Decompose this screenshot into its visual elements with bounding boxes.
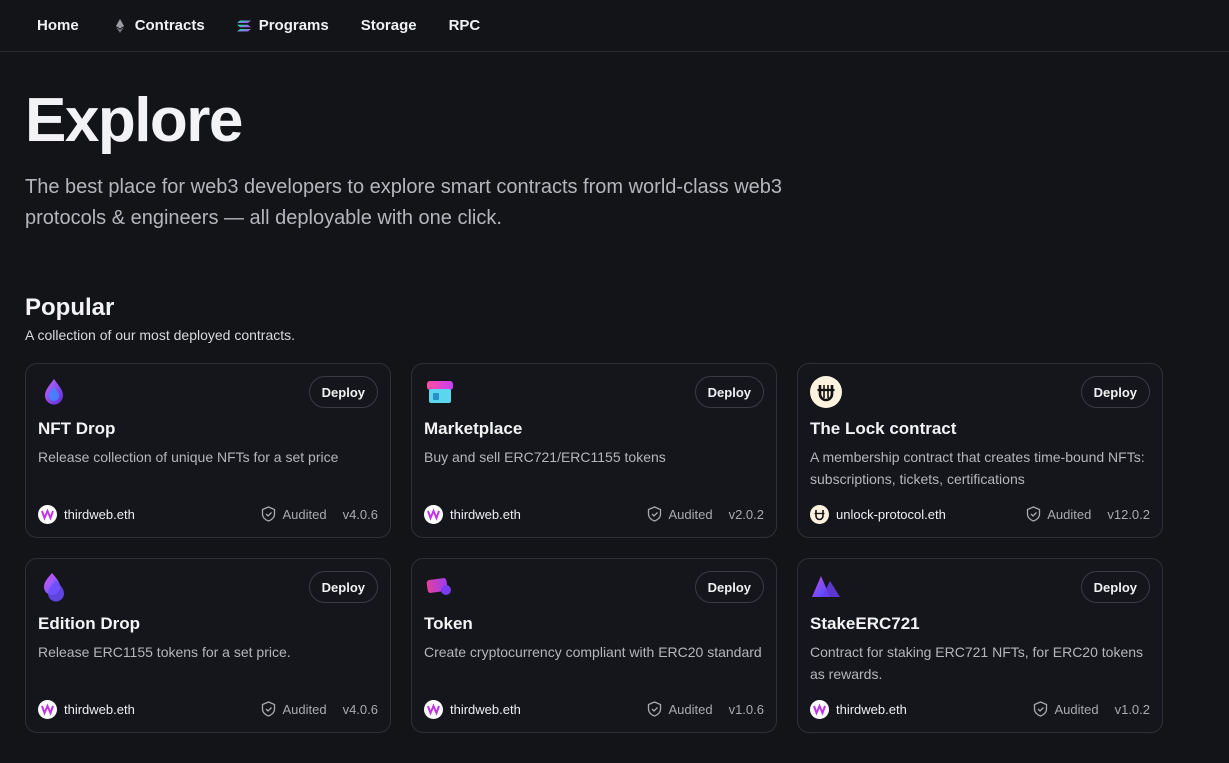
page-subtitle: The best place for web3 developers to ex… bbox=[25, 176, 783, 229]
thirdweb-avatar-icon bbox=[38, 699, 57, 719]
author-name: thirdweb.eth bbox=[836, 701, 907, 717]
unlock-avatar-icon bbox=[810, 504, 829, 524]
audited-label: Audited bbox=[1054, 701, 1099, 717]
audited-badge: Audited bbox=[647, 506, 713, 522]
stake-icon bbox=[812, 576, 840, 597]
contract-card-lock[interactable]: Deploy The Lock contract A membership co… bbox=[797, 363, 1163, 538]
card-footer: thirdweb.eth Audited v1.0.2 bbox=[810, 699, 1150, 719]
ethereum-icon bbox=[115, 18, 124, 33]
author-link[interactable]: thirdweb.eth bbox=[38, 504, 135, 524]
shield-check-icon bbox=[648, 701, 662, 717]
thirdweb-avatar-icon bbox=[424, 504, 443, 524]
audited-badge: Audited bbox=[261, 506, 327, 522]
deploy-button[interactable]: Deploy bbox=[308, 376, 378, 408]
card-title: Edition Drop bbox=[38, 614, 140, 633]
shield-check-icon bbox=[1027, 506, 1041, 522]
contract-card-marketplace[interactable]: Deploy Marketplace Buy and sell ERC721/E… bbox=[411, 363, 777, 538]
deploy-button[interactable]: Deploy bbox=[694, 376, 764, 408]
card-footer: thirdweb.eth Audited v1.0.6 bbox=[424, 699, 764, 719]
author-link[interactable]: unlock-protocol.eth bbox=[810, 504, 946, 524]
version-label: v4.0.6 bbox=[342, 701, 378, 717]
card-description: Contract for staking ERC721 NFTs, for ER… bbox=[810, 644, 1144, 682]
thirdweb-avatar-icon bbox=[424, 699, 443, 719]
author-link[interactable]: thirdweb.eth bbox=[38, 699, 135, 719]
card-description: Create cryptocurrency compliant with ERC… bbox=[424, 644, 762, 660]
solana-icon bbox=[236, 20, 251, 31]
version-label: v2.0.2 bbox=[728, 506, 764, 522]
version-label: v1.0.6 bbox=[728, 701, 764, 717]
nav-programs-label: Programs bbox=[258, 17, 329, 34]
contract-card-token[interactable]: Deploy Token Create cryptocurrency compl… bbox=[411, 558, 777, 733]
card-footer: thirdweb.eth Audited v4.0.6 bbox=[38, 504, 378, 524]
contract-card-nft-drop[interactable]: Deploy NFT Drop Release collection of un… bbox=[25, 363, 391, 538]
thirdweb-avatar-icon bbox=[810, 699, 829, 719]
card-footer: unlock-protocol.eth Audited v12.0.2 bbox=[810, 504, 1150, 524]
nav-contracts[interactable]: Contracts bbox=[113, 17, 205, 34]
version-label: v1.0.2 bbox=[1114, 701, 1150, 717]
author-link[interactable]: thirdweb.eth bbox=[424, 504, 521, 524]
author-name: thirdweb.eth bbox=[64, 701, 135, 717]
audited-badge: Audited bbox=[1033, 701, 1099, 717]
audited-badge: Audited bbox=[1026, 506, 1091, 522]
author-name: thirdweb.eth bbox=[450, 701, 521, 717]
card-description: Release collection of unique NFTs for a … bbox=[38, 449, 339, 465]
card-title: StakeERC721 bbox=[810, 614, 920, 633]
token-icon bbox=[426, 578, 451, 595]
page-title: Explore bbox=[25, 86, 243, 155]
nav-storage[interactable]: Storage bbox=[361, 17, 417, 34]
card-footer: thirdweb.eth Audited v2.0.2 bbox=[424, 504, 764, 524]
deploy-button[interactable]: Deploy bbox=[1080, 376, 1150, 408]
card-title: Token bbox=[424, 614, 473, 633]
contract-card-stake-erc721[interactable]: Deploy StakeERC721 Contract for staking … bbox=[797, 558, 1163, 733]
audited-label: Audited bbox=[282, 701, 327, 717]
card-title: NFT Drop bbox=[38, 419, 116, 438]
author-name: thirdweb.eth bbox=[64, 506, 135, 522]
audited-label: Audited bbox=[668, 506, 713, 522]
audited-label: Audited bbox=[1047, 506, 1092, 522]
deploy-button[interactable]: Deploy bbox=[308, 571, 378, 603]
nav-programs[interactable]: Programs bbox=[236, 17, 329, 34]
audited-label: Audited bbox=[668, 701, 713, 717]
author-link[interactable]: thirdweb.eth bbox=[810, 699, 907, 719]
card-description: Buy and sell ERC721/ERC1155 tokens bbox=[424, 449, 666, 465]
nav-contracts-label: Contracts bbox=[134, 17, 205, 34]
deploy-button[interactable]: Deploy bbox=[1080, 571, 1150, 603]
deploy-button[interactable]: Deploy bbox=[694, 571, 764, 603]
shield-check-icon bbox=[1034, 701, 1048, 717]
nft-drop-icon bbox=[45, 379, 63, 405]
card-description: A membership contract that creates time-… bbox=[810, 449, 1145, 487]
contract-card-edition-drop[interactable]: Deploy Edition Drop Release ERC1155 toke… bbox=[25, 558, 391, 733]
author-name: unlock-protocol.eth bbox=[836, 506, 946, 522]
card-description: Release ERC1155 tokens for a set price. bbox=[38, 644, 291, 660]
marketplace-icon bbox=[427, 381, 453, 403]
thirdweb-avatar-icon bbox=[38, 504, 57, 524]
unlock-icon bbox=[810, 376, 842, 408]
audited-badge: Audited bbox=[261, 701, 327, 717]
edition-drop-icon bbox=[44, 573, 64, 602]
nav-home-label: Home bbox=[37, 17, 79, 34]
top-nav: Home Contracts Programs Storage RPC bbox=[0, 0, 1229, 52]
version-label: v12.0.2 bbox=[1107, 506, 1150, 522]
audited-badge: Audited bbox=[647, 701, 713, 717]
shield-check-icon bbox=[262, 701, 276, 717]
audited-label: Audited bbox=[282, 506, 327, 522]
shield-check-icon bbox=[262, 506, 276, 522]
author-name: thirdweb.eth bbox=[450, 506, 521, 522]
card-footer: thirdweb.eth Audited v4.0.6 bbox=[38, 699, 378, 719]
nav-rpc[interactable]: RPC bbox=[449, 17, 481, 34]
section-subtitle: A collection of our most deployed contra… bbox=[25, 327, 296, 343]
section-title: Popular bbox=[25, 294, 115, 321]
nav-storage-label: Storage bbox=[360, 17, 417, 34]
nav-home[interactable]: Home bbox=[37, 17, 79, 34]
card-title: The Lock contract bbox=[810, 419, 957, 438]
author-link[interactable]: thirdweb.eth bbox=[424, 699, 521, 719]
card-title: Marketplace bbox=[424, 419, 523, 438]
shield-check-icon bbox=[648, 506, 662, 522]
version-label: v4.0.6 bbox=[342, 506, 378, 522]
nav-rpc-label: RPC bbox=[448, 17, 481, 34]
